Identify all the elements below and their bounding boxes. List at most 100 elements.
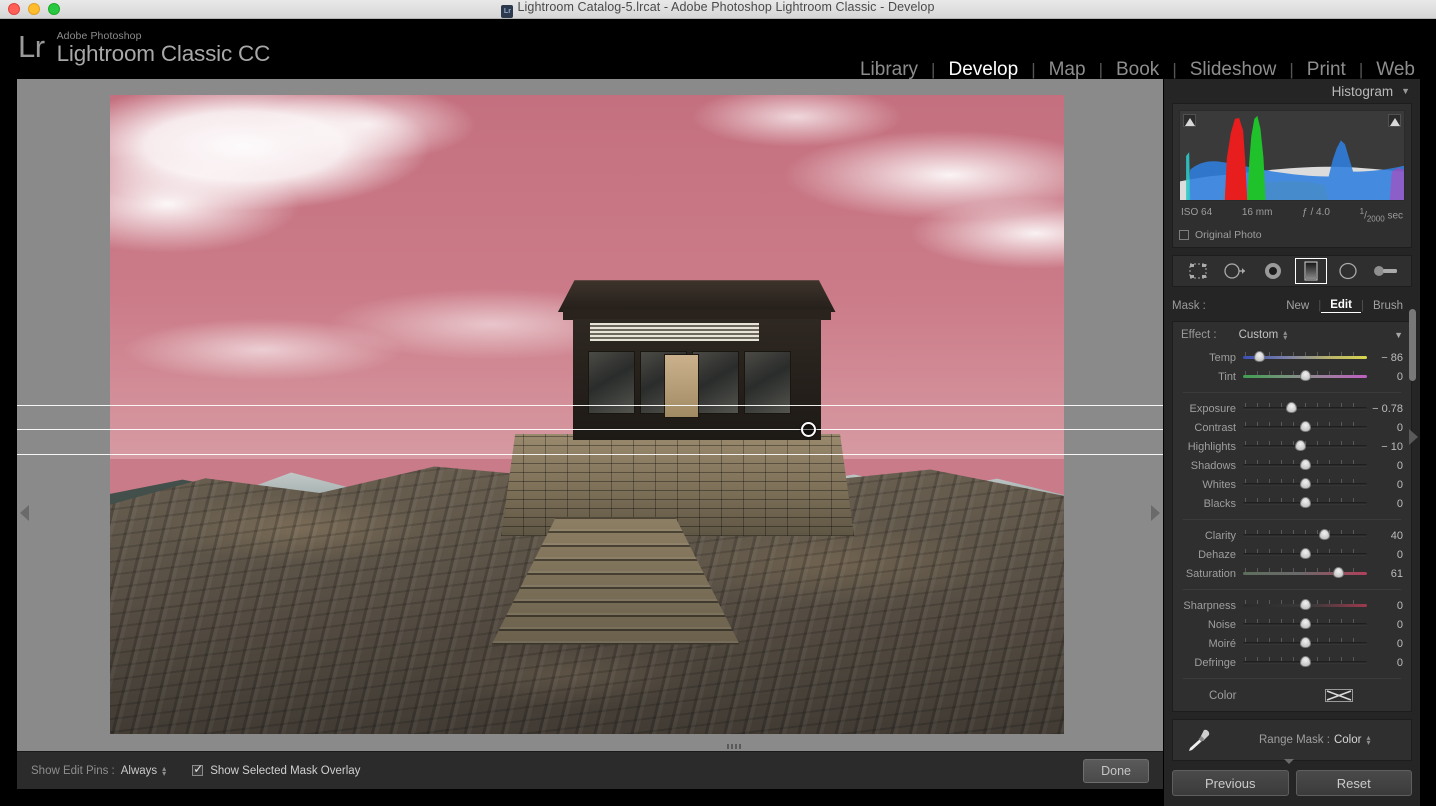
chevron-down-icon[interactable]: ▼ [1401, 86, 1410, 96]
slider-knob-temp[interactable] [1254, 351, 1265, 362]
slider-row-moire[interactable]: Moiré 0 [1181, 634, 1403, 653]
adjustment-brush-tool-icon[interactable] [1371, 259, 1401, 283]
slider-row-whites[interactable]: Whites 0 [1181, 475, 1403, 494]
right-panel-collapse-arrow[interactable] [1409, 429, 1418, 445]
graduated-filter-tool-icon[interactable] [1296, 259, 1326, 283]
shadow-clipping-indicator[interactable] [1183, 114, 1196, 127]
slider-row-highlights[interactable]: Highlights − 10 [1181, 437, 1403, 456]
slider-knob-dehaze[interactable] [1300, 548, 1311, 559]
slider-track-sharpness[interactable] [1243, 600, 1367, 611]
slider-knob-highlights[interactable] [1295, 440, 1306, 451]
slider-track-moire[interactable] [1243, 638, 1367, 649]
slider-knob-exposure[interactable] [1286, 402, 1297, 413]
slider-value-tint[interactable]: 0 [1367, 371, 1403, 383]
module-web[interactable]: Web [1363, 59, 1428, 81]
filmstrip-resize-handle[interactable] [727, 744, 741, 749]
slider-row-tint[interactable]: Tint 0 [1181, 367, 1403, 386]
slider-value-shadows[interactable]: 0 [1367, 460, 1403, 472]
slider-value-exposure[interactable]: − 0.78 [1367, 403, 1403, 415]
graduated-filter-pin[interactable] [801, 422, 816, 437]
slider-track-blacks[interactable] [1243, 498, 1367, 509]
effect-preset-value[interactable]: Custom [1239, 329, 1279, 341]
histogram-panel-header[interactable]: Histogram ▼ [1164, 79, 1420, 103]
slider-track-noise[interactable] [1243, 619, 1367, 630]
slider-row-clarity[interactable]: Clarity 40 [1181, 526, 1403, 545]
crop-overlay-tool-icon[interactable] [1183, 259, 1213, 283]
range-mask-value[interactable]: Color [1334, 734, 1361, 746]
photo-preview[interactable] [110, 95, 1064, 734]
red-eye-tool-icon[interactable] [1258, 259, 1288, 283]
slider-knob-shadows[interactable] [1300, 459, 1311, 470]
highlight-clipping-indicator[interactable] [1388, 114, 1401, 127]
slider-value-whites[interactable]: 0 [1367, 479, 1403, 491]
slider-row-contrast[interactable]: Contrast 0 [1181, 418, 1403, 437]
effect-collapse-caret-icon[interactable]: ▼ [1394, 330, 1403, 340]
slider-knob-moire[interactable] [1300, 637, 1311, 648]
slider-value-highlights[interactable]: − 10 [1367, 441, 1403, 453]
identity-plate[interactable]: Lr Adobe Photoshop Lightroom Classic CC [18, 27, 270, 67]
show-edit-pins-stepper-icon[interactable]: ▴▾ [162, 766, 166, 776]
slider-row-dehaze[interactable]: Dehaze 0 [1181, 545, 1403, 564]
radial-filter-tool-icon[interactable] [1333, 259, 1363, 283]
original-photo-row[interactable]: Original Photo [1179, 229, 1405, 241]
eyedropper-icon[interactable] [1183, 726, 1213, 755]
original-photo-checkbox[interactable] [1179, 230, 1189, 240]
slider-row-shadows[interactable]: Shadows 0 [1181, 456, 1403, 475]
image-stage[interactable] [17, 79, 1163, 751]
left-panel-toggle-arrow[interactable] [20, 505, 29, 521]
slider-value-temp[interactable]: − 86 [1367, 352, 1403, 364]
slider-track-exposure[interactable] [1243, 403, 1367, 414]
slider-value-blacks[interactable]: 0 [1367, 498, 1403, 510]
module-library[interactable]: Library [847, 59, 931, 81]
slider-knob-sharpness[interactable] [1300, 599, 1311, 610]
slider-track-defringe[interactable] [1243, 657, 1367, 668]
slider-value-defringe[interactable]: 0 [1367, 657, 1403, 669]
slider-value-moire[interactable]: 0 [1367, 638, 1403, 650]
slider-track-dehaze[interactable] [1243, 549, 1367, 560]
slider-knob-clarity[interactable] [1319, 529, 1330, 540]
slider-knob-contrast[interactable] [1300, 421, 1311, 432]
slider-row-noise[interactable]: Noise 0 [1181, 615, 1403, 634]
slider-track-shadows[interactable] [1243, 460, 1367, 471]
slider-track-temp[interactable] [1243, 352, 1367, 363]
right-panel-scrollbar[interactable] [1409, 309, 1416, 381]
slider-row-temp[interactable]: Temp − 86 [1181, 348, 1403, 367]
slider-row-exposure[interactable]: Exposure − 0.78 [1181, 399, 1403, 418]
slider-value-clarity[interactable]: 40 [1367, 530, 1403, 542]
panel-collapse-tick-icon[interactable] [1284, 759, 1294, 764]
slider-value-contrast[interactable]: 0 [1367, 422, 1403, 434]
module-map[interactable]: Map [1036, 59, 1099, 81]
slider-value-noise[interactable]: 0 [1367, 619, 1403, 631]
slider-knob-blacks[interactable] [1300, 497, 1311, 508]
slider-value-saturation[interactable]: 61 [1367, 568, 1403, 580]
mask-new-button[interactable]: New [1277, 300, 1318, 312]
slider-knob-tint[interactable] [1300, 370, 1311, 381]
module-develop[interactable]: Develop [935, 59, 1031, 81]
slider-value-dehaze[interactable]: 0 [1367, 549, 1403, 561]
slider-value-sharpness[interactable]: 0 [1367, 600, 1403, 612]
slider-row-blacks[interactable]: Blacks 0 [1181, 494, 1403, 513]
slider-row-sharpness[interactable]: Sharpness 0 [1181, 596, 1403, 615]
right-panel-toggle-arrow[interactable] [1151, 505, 1160, 521]
done-button[interactable]: Done [1083, 759, 1149, 783]
reset-button[interactable]: Reset [1296, 770, 1413, 796]
mask-edit-button[interactable]: Edit [1321, 299, 1361, 313]
previous-button[interactable]: Previous [1172, 770, 1289, 796]
range-mask-stepper-icon[interactable]: ▴▾ [1366, 735, 1370, 745]
slider-knob-noise[interactable] [1300, 618, 1311, 629]
slider-track-highlights[interactable] [1243, 441, 1367, 452]
graduated-filter-center-line[interactable] [17, 429, 1163, 430]
slider-track-whites[interactable] [1243, 479, 1367, 490]
slider-knob-whites[interactable] [1300, 478, 1311, 489]
show-mask-overlay-checkbox[interactable] [192, 765, 203, 776]
slider-track-saturation[interactable] [1243, 568, 1367, 579]
graduated-filter-guide-line[interactable] [17, 405, 1163, 406]
show-edit-pins-value[interactable]: Always [121, 765, 157, 777]
graduated-filter-guide-line[interactable] [17, 454, 1163, 455]
slider-row-defringe[interactable]: Defringe 0 [1181, 653, 1403, 672]
slider-knob-saturation[interactable] [1333, 567, 1344, 578]
slider-track-contrast[interactable] [1243, 422, 1367, 433]
module-slideshow[interactable]: Slideshow [1177, 59, 1290, 81]
module-book[interactable]: Book [1103, 59, 1172, 81]
slider-row-saturation[interactable]: Saturation 61 [1181, 564, 1403, 583]
